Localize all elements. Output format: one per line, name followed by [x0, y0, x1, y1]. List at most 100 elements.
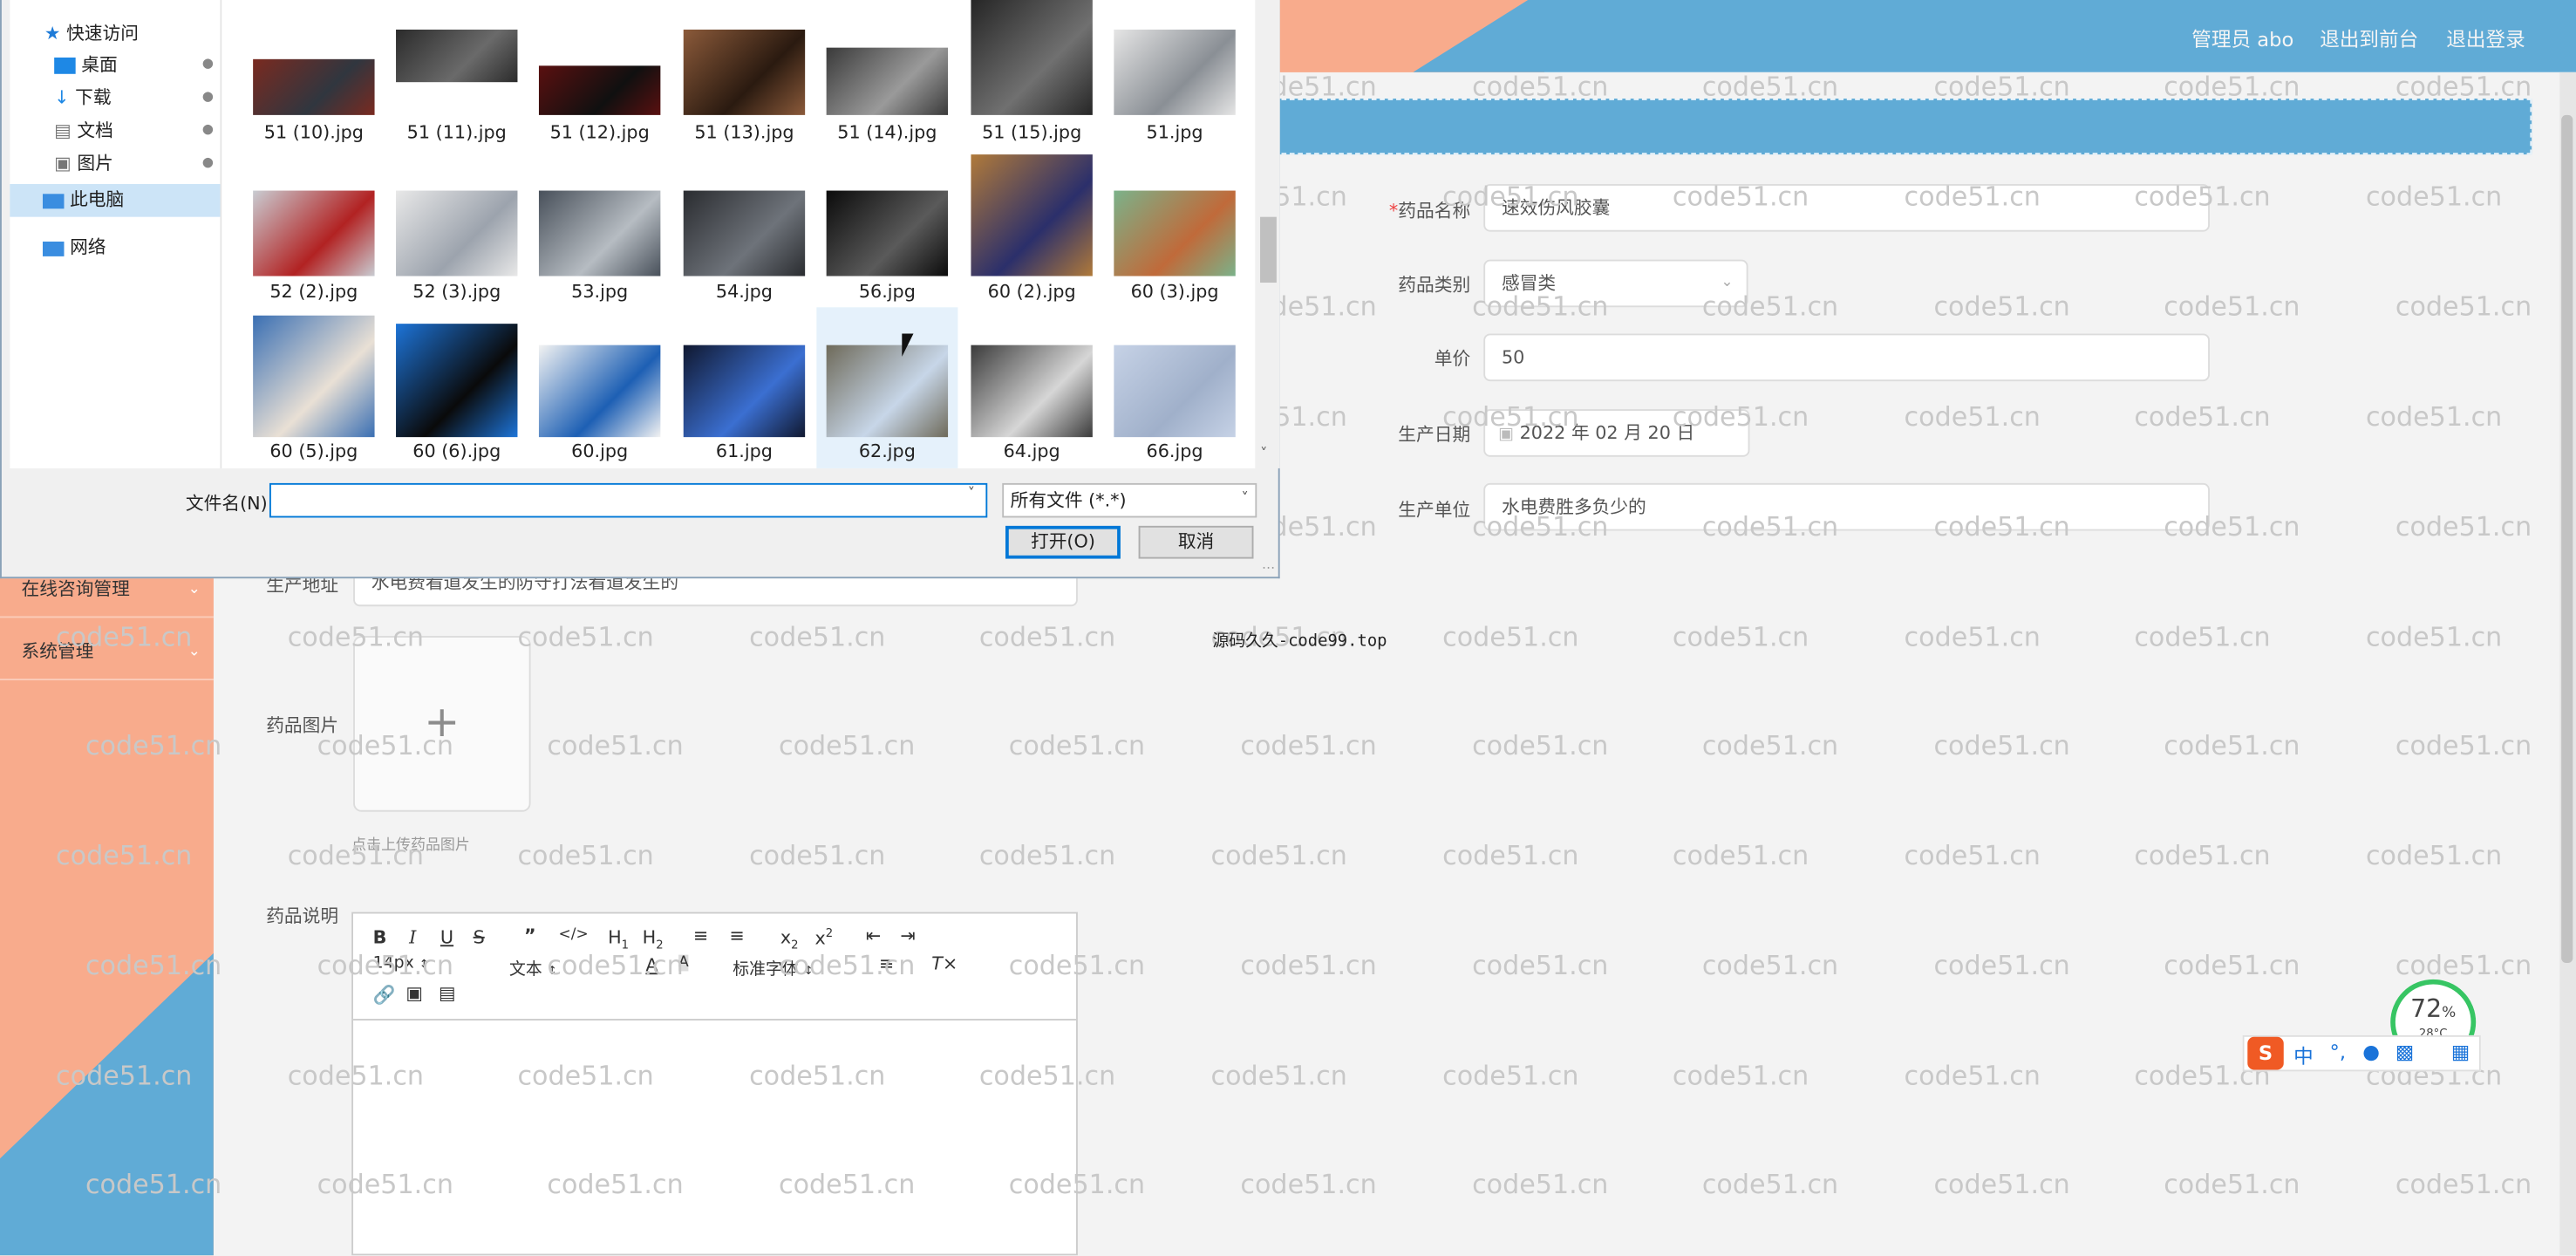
watermark-text: code51.cn: [547, 729, 684, 761]
file-name: 52 (3).jpg: [412, 281, 501, 303]
source-watermark: 源码久久-code99.top: [1212, 632, 1387, 652]
microphone-icon[interactable]: ●: [2362, 1041, 2380, 1063]
ime-toolbar[interactable]: S 中 °, ● ▩ ▦: [2242, 1034, 2481, 1072]
watermark-text: code51.cn: [1701, 71, 1839, 102]
underline-icon[interactable]: U: [440, 927, 453, 948]
heading1-icon[interactable]: H1: [608, 927, 629, 952]
watermark-text: code51.cn: [85, 1168, 222, 1200]
file-thumbnail: [538, 190, 661, 276]
dialog-file-list: 51 (10).jpg 51 (11).jpg 51 (12).jpg 51 (13)…: [221, 0, 1256, 468]
image-upload-box[interactable]: +: [353, 636, 531, 812]
keyboard-icon[interactable]: ▩: [2395, 1041, 2414, 1063]
mouse-cursor-icon: [902, 333, 914, 357]
superscript-icon[interactable]: x2: [814, 927, 833, 950]
watermark-text: code51.cn: [1472, 729, 1609, 761]
bold-icon[interactable]: B: [373, 927, 387, 948]
network-icon: [42, 241, 65, 256]
file-thumbnail: [826, 190, 949, 276]
nav-documents[interactable]: ▤ 文档: [54, 117, 113, 143]
drug-name-input[interactable]: 速效伤风胶囊: [1483, 184, 2210, 232]
watermark-text: code51.cn: [1701, 1168, 1839, 1200]
nav-network[interactable]: 网络: [42, 234, 106, 260]
strike-icon[interactable]: S: [474, 927, 485, 948]
resize-grip-icon[interactable]: ⋯: [1262, 560, 1275, 575]
nav-this-pc-label: 此电脑: [70, 188, 125, 211]
open-button[interactable]: 打开(O): [1005, 525, 1121, 559]
file-name: 60 (3).jpg: [1130, 281, 1219, 303]
watermark-text: code51.cn: [85, 949, 222, 981]
cancel-button[interactable]: 取消: [1138, 525, 1254, 559]
file-list-scrollbar-thumb[interactable]: [1260, 216, 1277, 283]
page-scrollbar-thumb[interactable]: [2561, 114, 2573, 964]
bullet-list-icon[interactable]: ≡: [729, 925, 744, 946]
price-input[interactable]: 50: [1483, 333, 2210, 382]
nav-pictures-label: 图片: [77, 153, 113, 174]
watermark-text: code51.cn: [1472, 949, 1609, 981]
watermark-text: code51.cn: [2365, 400, 2503, 433]
filename-input[interactable]: [269, 482, 988, 518]
nav-desktop[interactable]: 桌面: [54, 51, 118, 77]
watermark-text: code51.cn: [1008, 1168, 1146, 1200]
watermark-text: code51.cn: [2365, 181, 2503, 213]
watermark-text: code51.cn: [1904, 1060, 2041, 1091]
file-thumbnail: [396, 29, 518, 83]
file-name: 56.jpg: [858, 281, 916, 303]
file-thumbnail: [253, 58, 375, 115]
file-type-value: 所有文件 (*.*): [1010, 489, 1127, 511]
chevron-down-icon: ˅: [1241, 491, 1249, 509]
nav-this-pc[interactable]: 此电脑: [10, 184, 221, 217]
watermark-text: code51.cn: [287, 621, 425, 652]
file-name: 61.jpg: [715, 440, 773, 462]
clear-format-icon[interactable]: T×: [931, 953, 957, 974]
italic-icon[interactable]: I: [409, 927, 416, 948]
watermark-text: code51.cn: [1442, 1060, 1579, 1091]
file-name: 60 (2).jpg: [987, 281, 1076, 303]
exit-to-front-link[interactable]: 退出到前台: [2320, 24, 2418, 52]
watermark-text: code51.cn: [2164, 510, 2300, 543]
ime-language-toggle[interactable]: 中: [2293, 1041, 2314, 1069]
code-block-icon[interactable]: </>: [559, 927, 589, 944]
file-name: 62.jpg: [858, 440, 916, 462]
file-name: 66.jpg: [1146, 440, 1203, 462]
ordered-list-icon[interactable]: ≡: [693, 925, 708, 946]
video-icon[interactable]: ▤: [439, 983, 456, 1004]
image-icon[interactable]: ▣: [405, 983, 423, 1004]
link-icon[interactable]: 🔗: [373, 985, 396, 1006]
file-type-select[interactable]: 所有文件 (*.*) ˅: [1002, 482, 1257, 518]
watermark-text: code51.cn: [317, 949, 453, 981]
memory-percent: 72: [2410, 993, 2443, 1024]
pin-icon: ●: [201, 154, 214, 170]
desktop-icon: [54, 57, 76, 74]
breadcrumb-banner: [1273, 99, 2532, 155]
chevron-down-icon[interactable]: ˅: [968, 487, 975, 503]
outdent-icon[interactable]: ⇤: [866, 925, 881, 946]
nav-downloads[interactable]: ↓ 下载: [54, 84, 111, 110]
watermark-text: code51.cn: [1701, 290, 1839, 323]
file-name: 51 (11).jpg: [406, 121, 507, 143]
heading2-icon[interactable]: H2: [643, 927, 664, 952]
grid-menu-icon[interactable]: ▦: [2451, 1041, 2470, 1063]
logout-link[interactable]: 退出登录: [2446, 24, 2525, 52]
scroll-up-icon[interactable]: ˄: [1260, 0, 1267, 13]
watermark-text: code51.cn: [547, 949, 684, 981]
watermark-text: code51.cn: [749, 839, 886, 871]
file-thumbnail: [971, 0, 1093, 115]
nav-quick-access[interactable]: ★ 快速访问: [44, 20, 139, 46]
blockquote-icon[interactable]: ”: [524, 925, 536, 946]
watermark-text: code51.cn: [1933, 510, 2070, 543]
required-mark: *: [1388, 200, 1399, 222]
file-thumbnail: [971, 345, 1093, 438]
subscript-icon[interactable]: x2: [780, 927, 799, 952]
file-name: 51 (12).jpg: [549, 121, 650, 143]
indent-icon[interactable]: ⇥: [900, 925, 915, 946]
rich-text-editor[interactable]: B I U S ” </> H1 H2 ≡ ≡ x2 x2 ⇤ ⇥ 14px ↕…: [351, 911, 1078, 1256]
watermark-text: code51.cn: [85, 729, 222, 761]
file-thumbnail: [538, 65, 661, 115]
watermark-text: code51.cn: [1008, 729, 1146, 761]
nav-documents-label: 文档: [77, 119, 113, 142]
watermark-text: code51.cn: [1672, 181, 1809, 213]
punctuation-icon[interactable]: °,: [2330, 1041, 2347, 1063]
nav-pictures[interactable]: ▣ 图片: [54, 149, 113, 175]
watermark-text: code51.cn: [1672, 839, 1809, 871]
scroll-down-icon[interactable]: ˅: [1260, 447, 1267, 463]
